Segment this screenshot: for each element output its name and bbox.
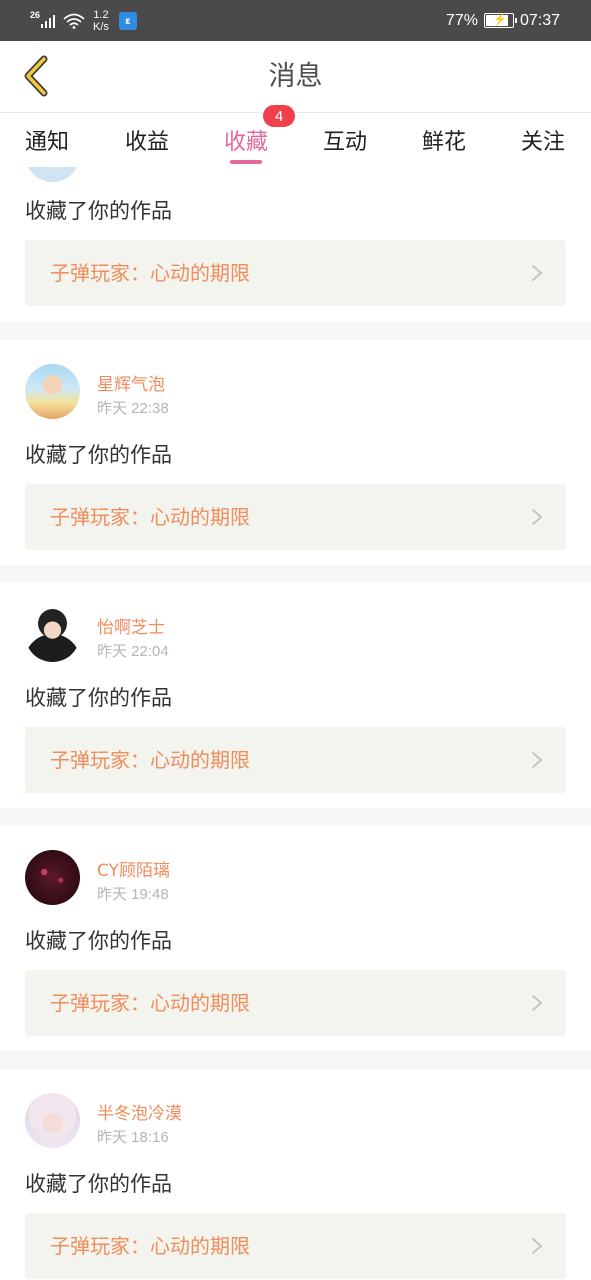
wifi-icon (63, 13, 85, 29)
message-feed[interactable]: 收藏了你的作品 子弹玩家：心动的期限 星辉气泡 昨天 22:38 收藏了你的作品… (0, 167, 591, 1280)
user-avatar[interactable] (25, 850, 80, 905)
network-type: 26 (30, 10, 41, 20)
app-screen: 26 1.2 K/s ε 77% ⚡ 07:37 消息 通知 收益 收藏 互动 … (0, 0, 591, 1280)
work-card[interactable]: 子弹玩家：心动的期限 (25, 1213, 566, 1279)
username[interactable]: CY顾陌璃 (97, 856, 170, 881)
active-tab-indicator (230, 160, 262, 164)
work-card[interactable]: 子弹玩家：心动的期限 (25, 484, 566, 550)
timestamp: 昨天 19:48 (97, 886, 169, 903)
signal-icon (41, 14, 56, 28)
action-text: 收藏了你的作品 (25, 443, 172, 467)
clock: 07:37 (519, 11, 560, 29)
item-separator (0, 808, 591, 826)
favorites-count-badge: 4 (262, 104, 296, 128)
tab-following[interactable]: 关注 (521, 113, 565, 167)
status-right: 77% ⚡ 07:37 (446, 0, 560, 41)
work-title: 子弹玩家：心动的期限 (50, 1234, 250, 1258)
chevron-right-icon (532, 995, 543, 1011)
work-title: 子弹玩家：心动的期限 (50, 505, 250, 529)
item-separator (0, 1051, 591, 1069)
username[interactable]: 半冬泡冷漠 (97, 1099, 182, 1124)
speed-value: 1.2 (93, 9, 109, 21)
tab-bar: 通知 收益 收藏 互动 鲜花 关注 (0, 113, 591, 167)
list-item: 收藏了你的作品 子弹玩家：心动的期限 (0, 167, 591, 320)
app-notification-icon: ε (118, 12, 137, 30)
item-separator (0, 565, 591, 583)
list-item: CY顾陌璃 昨天 19:48 收藏了你的作品 子弹玩家：心动的期限 (0, 826, 591, 1051)
header-bar: 消息 (0, 41, 591, 113)
username[interactable]: 星辉气泡 (97, 370, 165, 395)
action-text: 收藏了你的作品 (25, 686, 172, 710)
chevron-right-icon (532, 509, 543, 525)
timestamp: 昨天 22:38 (97, 400, 169, 417)
page-title: 消息 (268, 61, 323, 92)
item-separator (0, 322, 591, 340)
user-avatar[interactable] (25, 607, 80, 662)
timestamp: 昨天 18:16 (97, 1129, 169, 1146)
status-bar: 26 1.2 K/s ε 77% ⚡ 07:37 (0, 0, 591, 41)
action-text: 收藏了你的作品 (25, 1172, 172, 1196)
status-left: 26 1.2 K/s ε (30, 6, 137, 36)
battery-icon: ⚡ (483, 13, 517, 28)
tab-interactions[interactable]: 互动 (323, 113, 367, 167)
work-card[interactable]: 子弹玩家：心动的期限 (25, 240, 566, 306)
tab-earnings[interactable]: 收益 (125, 113, 169, 167)
work-card[interactable]: 子弹玩家：心动的期限 (25, 727, 566, 793)
action-text: 收藏了你的作品 (25, 929, 172, 953)
work-card[interactable]: 子弹玩家：心动的期限 (25, 970, 566, 1036)
user-avatar[interactable] (25, 1093, 80, 1148)
chevron-right-icon (532, 265, 543, 281)
chevron-right-icon (532, 1238, 543, 1254)
username[interactable]: 怡啊芝士 (97, 613, 165, 638)
action-text: 收藏了你的作品 (25, 199, 172, 223)
network-speed: 1.2 K/s (93, 9, 109, 33)
speed-unit: K/s (93, 21, 109, 33)
chevron-right-icon (532, 752, 543, 768)
tab-flowers[interactable]: 鲜花 (422, 113, 466, 167)
work-title: 子弹玩家：心动的期限 (50, 991, 250, 1015)
battery-percent: 77% (445, 11, 478, 29)
work-title: 子弹玩家：心动的期限 (50, 748, 250, 772)
tab-favorites[interactable]: 收藏 (224, 113, 268, 167)
list-item: 半冬泡冷漠 昨天 18:16 收藏了你的作品 子弹玩家：心动的期限 (0, 1069, 591, 1280)
list-item: 怡啊芝士 昨天 22:04 收藏了你的作品 子弹玩家：心动的期限 (0, 583, 591, 808)
tab-notifications[interactable]: 通知 (25, 113, 69, 167)
list-item: 星辉气泡 昨天 22:38 收藏了你的作品 子弹玩家：心动的期限 (0, 340, 591, 565)
user-avatar[interactable] (25, 167, 80, 182)
work-title: 子弹玩家：心动的期限 (50, 261, 250, 285)
timestamp: 昨天 22:04 (97, 643, 169, 660)
user-avatar[interactable] (25, 364, 80, 419)
